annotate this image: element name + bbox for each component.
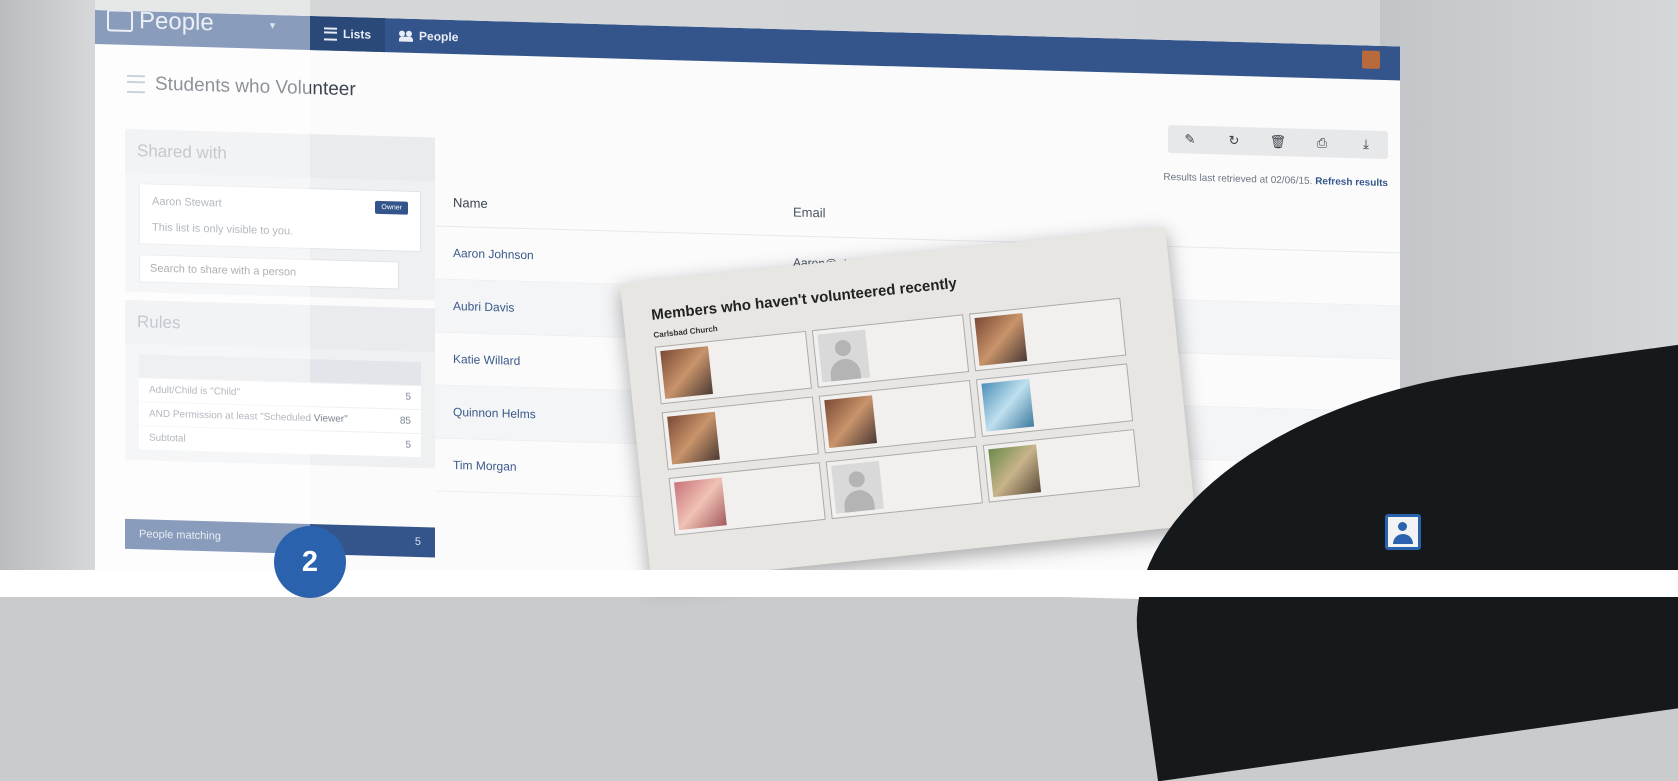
- member-photo: [981, 378, 1035, 432]
- owner-card: Aaron Stewart Owner This list is only vi…: [139, 183, 421, 253]
- person-placeholder-icon: [817, 329, 871, 383]
- member-card: [661, 396, 819, 471]
- member-photo: [674, 477, 727, 531]
- page-header: Students who Volunteer: [127, 73, 356, 101]
- rules-table: Adult/Child is "Child" 5 AND Permission …: [139, 354, 421, 459]
- member-name: [885, 460, 890, 508]
- member-card: [969, 297, 1127, 372]
- download-icon: ⤓: [1363, 136, 1369, 152]
- rule-label: Adult/Child is "Child": [149, 384, 241, 399]
- step-number-badge: 2: [274, 526, 346, 598]
- column-header-name[interactable]: Name: [435, 194, 793, 219]
- matching-label: People matching: [139, 528, 221, 543]
- list-sidebar: Shared with Aaron Stewart Owner This lis…: [125, 128, 435, 469]
- matching-count: 5: [414, 535, 421, 549]
- rules-section: Adult/Child is "Child" 5 AND Permission …: [125, 343, 435, 469]
- avatar: [1362, 50, 1380, 69]
- rule-count: 5: [405, 391, 411, 403]
- member-card: [811, 314, 970, 388]
- member-card: [818, 379, 977, 454]
- download-button[interactable]: ⤓: [1344, 130, 1388, 159]
- member-card: [668, 462, 826, 536]
- member-name: [1042, 444, 1047, 492]
- member-photo: [660, 346, 713, 399]
- people-app-icon: [107, 10, 133, 33]
- member-grid: [654, 297, 1141, 536]
- brand-label: People: [139, 10, 214, 37]
- retrieved-text: Results last retrieved at 02/06/15.: [1163, 171, 1313, 188]
- nav-item-lists[interactable]: Lists: [310, 16, 386, 53]
- member-name: [1035, 378, 1040, 426]
- report-subtitle: Carlsbad Church: [653, 324, 719, 340]
- person-placeholder-icon: [831, 460, 884, 514]
- main-nav: Lists People: [310, 16, 472, 55]
- rule-label: Subtotal: [149, 432, 186, 445]
- edit-button[interactable]: ✎: [1168, 125, 1212, 154]
- member-name: [721, 411, 726, 459]
- printed-report: Members who haven't volunteered recently…: [620, 226, 1197, 583]
- member-card: [975, 363, 1134, 438]
- column-header-email[interactable]: Email: [793, 204, 1400, 236]
- list-icon: [324, 26, 337, 41]
- page-title: Students who Volunteer: [155, 73, 356, 101]
- list-icon: [127, 74, 145, 94]
- owner-badge: Owner: [375, 200, 408, 215]
- refresh-results-link[interactable]: Refresh results: [1315, 176, 1388, 189]
- member-name: [728, 477, 733, 525]
- report-title: Members who haven't volunteered recently: [650, 274, 958, 324]
- user-menu[interactable]: [1362, 50, 1380, 69]
- person-name[interactable]: Aaron Johnson: [435, 245, 793, 269]
- member-card: [825, 445, 983, 520]
- refresh-icon: ↻: [1228, 132, 1240, 148]
- nav-item-people[interactable]: People: [385, 18, 472, 54]
- bottom-strip: [0, 570, 1678, 597]
- app-brand[interactable]: People ▾: [107, 10, 275, 39]
- member-photo: [824, 395, 878, 449]
- print-icon: ⎙: [1316, 135, 1328, 151]
- visibility-note: This list is only visible to you.: [152, 221, 294, 238]
- owner-name: Aaron Stewart: [152, 195, 222, 210]
- nav-label: People: [419, 29, 459, 45]
- shared-with-section: Aaron Stewart Owner This list is only vi…: [125, 172, 435, 301]
- people-icon: [399, 30, 413, 41]
- member-card: [654, 330, 812, 405]
- print-button[interactable]: ⎙: [1300, 129, 1344, 158]
- member-name: [871, 329, 876, 377]
- member-card: [982, 429, 1141, 503]
- rule-count: 5: [405, 439, 411, 451]
- member-name: [878, 395, 883, 443]
- delete-button[interactable]: 🗑: [1256, 127, 1300, 156]
- share-search-input[interactable]: [139, 254, 399, 290]
- results-timestamp: Results last retrieved at 02/06/15. Refr…: [1163, 172, 1388, 189]
- member-photo: [988, 444, 1042, 498]
- list-toolbar: ✎ ↻ 🗑 ⎙ ⤓: [1168, 124, 1388, 160]
- member-name: [1028, 312, 1033, 360]
- nav-label: Lists: [343, 26, 372, 42]
- contact-card-icon: [1385, 514, 1421, 550]
- member-photo: [974, 313, 1028, 366]
- rule-label: AND Permission at least "Scheduled Viewe…: [149, 408, 348, 426]
- rule-count: 85: [399, 415, 411, 427]
- trash-icon: 🗑: [1269, 133, 1287, 150]
- chevron-down-icon: ▾: [269, 19, 276, 32]
- member-photo: [667, 411, 720, 465]
- refresh-button[interactable]: ↻: [1212, 126, 1256, 155]
- edit-icon: ✎: [1184, 131, 1196, 147]
- member-name: [714, 346, 719, 394]
